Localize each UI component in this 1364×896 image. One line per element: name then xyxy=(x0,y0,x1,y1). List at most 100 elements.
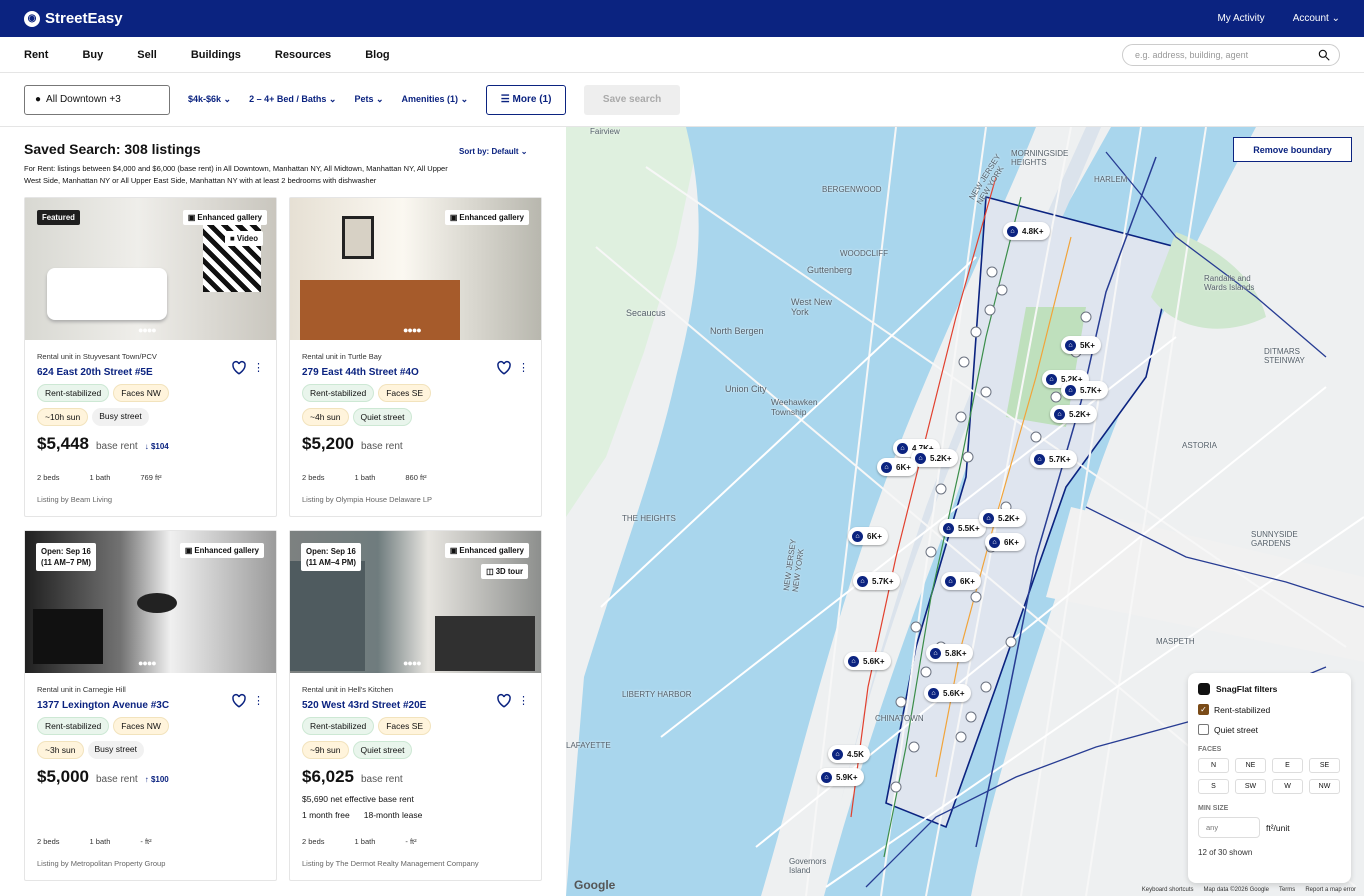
rent-stabilized-checkbox[interactable]: ✓ Rent-stabilized xyxy=(1198,704,1341,715)
net-effective-rent: $5,690 net effective base rent xyxy=(302,794,414,804)
baths-count: 1 bath xyxy=(354,473,376,482)
price-pin[interactable]: ⌂ 5.2K+ xyxy=(911,449,958,467)
home-icon: ⌂ xyxy=(930,647,941,659)
listing-broker: Listing by Metropolitan Property Group xyxy=(37,859,166,868)
enhanced-gallery-badge: ▣ Enhanced gallery xyxy=(182,210,267,225)
beds-filter[interactable]: 2 – 4+ Bed / Baths ⌄ xyxy=(249,94,336,105)
search-icon[interactable] xyxy=(1317,48,1331,62)
price-filter[interactable]: $4k-$6k ⌄ xyxy=(188,94,231,105)
street-noise-badge: Busy street xyxy=(87,741,145,759)
price-pin[interactable]: ⌂ 5.7K+ xyxy=(1030,450,1077,468)
nav-blog[interactable]: Blog xyxy=(365,49,389,61)
price-pin[interactable]: ⌂ 4.8K+ xyxy=(1003,222,1050,240)
amenities-filter[interactable]: Amenities (1) ⌄ xyxy=(402,94,469,105)
map-place-label: LAFAYETTE xyxy=(566,741,611,750)
price-pin[interactable]: ⌂ 6K+ xyxy=(848,527,888,545)
price-pin[interactable]: ⌂ 5.7K+ xyxy=(1061,381,1108,399)
more-options-icon[interactable]: ⋮ xyxy=(253,694,264,707)
face-ne-button[interactable]: NE xyxy=(1235,758,1266,773)
price-change: ↑ $100 xyxy=(145,775,169,784)
sort-dropdown[interactable]: Sort by: Default ⌄ xyxy=(459,147,528,156)
report-map-error-link[interactable]: Report a map error xyxy=(1305,887,1356,893)
nav-buy[interactable]: Buy xyxy=(82,49,103,61)
more-options-icon[interactable]: ⋮ xyxy=(518,361,529,374)
more-label: More (1) xyxy=(512,94,552,105)
top-bar: ◉ StreetEasy My Activity Account ⌄ xyxy=(0,0,1364,37)
pets-filter[interactable]: Pets ⌄ xyxy=(354,94,383,105)
account-label: Account xyxy=(1292,13,1329,24)
price-pin[interactable]: ⌂ 5.2K+ xyxy=(1050,405,1097,423)
price-pin[interactable]: ⌂ 5.5K+ xyxy=(939,519,986,537)
pin-price: 5.6K+ xyxy=(943,688,965,698)
remove-boundary-button[interactable]: Remove boundary xyxy=(1233,137,1352,162)
listing-photo[interactable]: ▣ Enhanced gallery ●●●● xyxy=(290,198,541,340)
save-search-button[interactable]: Save search xyxy=(584,84,681,115)
price-pin[interactable]: ⌂ 5.6K+ xyxy=(844,652,891,670)
pin-price: 4.8K+ xyxy=(1022,226,1044,236)
listing-photo[interactable]: Featured ▣ Enhanced gallery ■ Video ●●●● xyxy=(25,198,276,340)
more-filters-button[interactable]: ☰ More (1) xyxy=(486,84,567,115)
min-size-input[interactable]: any xyxy=(1198,817,1260,838)
heart-icon[interactable] xyxy=(230,358,248,376)
listing-card[interactable]: Open: Sep 16 (11 AM–4 PM) ▣ Enhanced gall… xyxy=(289,530,542,881)
quiet-street-checkbox[interactable]: Quiet street xyxy=(1198,724,1341,735)
account-menu[interactable]: Account ⌄ xyxy=(1293,13,1340,24)
listing-card[interactable]: ▣ Enhanced gallery ●●●● ⋮ Rental unit in… xyxy=(289,197,542,517)
face-se-button[interactable]: SE xyxy=(1309,758,1340,773)
nav-buildings[interactable]: Buildings xyxy=(191,49,241,61)
enhanced-gallery-label: Enhanced gallery xyxy=(194,546,259,555)
face-s-button[interactable]: S xyxy=(1198,779,1229,794)
chevron-down-icon: ⌄ xyxy=(328,94,337,104)
price-pin[interactable]: ⌂ 4.5K xyxy=(828,745,870,763)
map-place-label: MORNINGSIDE HEIGHTS xyxy=(1011,149,1069,167)
home-icon: ⌂ xyxy=(881,461,892,473)
amenities-label: Amenities (1) xyxy=(401,94,459,104)
search-filters: ● All Downtown +3 $4k-$6k ⌄ 2 – 4+ Bed / … xyxy=(0,73,1364,127)
price-pin[interactable]: ⌂ 5.6K+ xyxy=(924,684,971,702)
face-sw-button[interactable]: SW xyxy=(1235,779,1266,794)
price-pin[interactable]: ⌂ 5K+ xyxy=(1061,336,1101,354)
listing-card[interactable]: Featured ▣ Enhanced gallery ■ Video ●●●●… xyxy=(24,197,277,517)
pin-price: 5.7K+ xyxy=(1049,454,1071,464)
price-pin[interactable]: ⌂ 6K+ xyxy=(941,572,981,590)
more-options-icon[interactable]: ⋮ xyxy=(518,694,529,707)
listing-photo[interactable]: Open: Sep 16 (11 AM–7 PM) ▣ Enhanced gall… xyxy=(25,531,276,673)
site-search-input[interactable]: e.g. address, building, agent xyxy=(1122,44,1340,66)
photo-carousel-dots[interactable]: ●●●● xyxy=(403,658,422,668)
price-pin[interactable]: ⌂ 6K+ xyxy=(877,458,917,476)
heart-icon[interactable] xyxy=(230,691,248,709)
price-pin[interactable]: ⌂ 5.7K+ xyxy=(853,572,900,590)
photo-carousel-dots[interactable]: ●●●● xyxy=(138,658,157,668)
face-e-button[interactable]: E xyxy=(1272,758,1303,773)
face-n-button[interactable]: N xyxy=(1198,758,1229,773)
saved-search-title: Saved Search: 308 listings xyxy=(24,141,201,157)
price-pin[interactable]: ⌂ 6K+ xyxy=(985,533,1025,551)
terms-link[interactable]: Terms xyxy=(1279,887,1295,893)
location-filter[interactable]: ● All Downtown +3 xyxy=(24,84,170,115)
heart-icon[interactable] xyxy=(495,358,513,376)
price-pin[interactable]: ⌂ 5.9K+ xyxy=(817,768,864,786)
street-noise-badge: Quiet street xyxy=(352,741,413,759)
enhanced-gallery-label: Enhanced gallery xyxy=(197,213,262,222)
map-panel[interactable]: Remove boundary Fairview BERGENWOOD WOOD… xyxy=(566,127,1364,896)
photo-carousel-dots[interactable]: ●●●● xyxy=(403,325,422,335)
enhanced-gallery-badge: ▣ Enhanced gallery xyxy=(179,543,264,558)
heart-icon[interactable] xyxy=(495,691,513,709)
face-w-button[interactable]: W xyxy=(1272,779,1303,794)
my-activity-link[interactable]: My Activity xyxy=(1217,13,1264,24)
keyboard-shortcuts-link[interactable]: Keyboard shortcuts xyxy=(1142,887,1194,893)
listing-photo[interactable]: Open: Sep 16 (11 AM–4 PM) ▣ Enhanced gall… xyxy=(290,531,541,673)
photo-carousel-dots[interactable]: ●●●● xyxy=(138,325,157,335)
nav-rent[interactable]: Rent xyxy=(24,49,48,61)
home-icon: ⌂ xyxy=(1065,339,1076,351)
map-attribution: Keyboard shortcuts Map data ©2026 Google T… xyxy=(1142,887,1356,893)
streeteasy-logo[interactable]: ◉ StreetEasy xyxy=(24,10,123,27)
price-pin[interactable]: ⌂ 5.2K+ xyxy=(979,509,1026,527)
price-pin[interactable]: ⌂ 5.8K+ xyxy=(926,644,973,662)
listing-badges: Rent-stabilized Faces NW xyxy=(37,717,264,735)
face-nw-button[interactable]: NW xyxy=(1309,779,1340,794)
listing-card[interactable]: Open: Sep 16 (11 AM–7 PM) ▣ Enhanced gall… xyxy=(24,530,277,881)
more-options-icon[interactable]: ⋮ xyxy=(253,361,264,374)
nav-sell[interactable]: Sell xyxy=(137,49,157,61)
nav-resources[interactable]: Resources xyxy=(275,49,331,61)
